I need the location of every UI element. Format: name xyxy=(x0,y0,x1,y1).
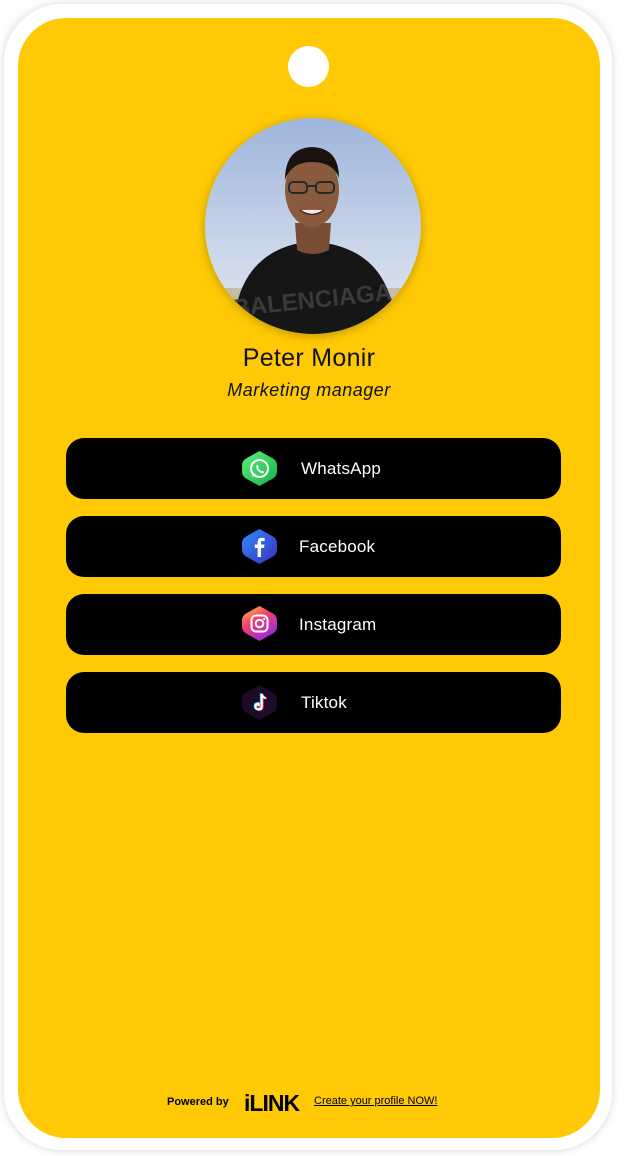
whatsapp-button[interactable]: WhatsApp xyxy=(66,438,561,499)
whatsapp-icon xyxy=(240,449,279,488)
tiktok-icon xyxy=(240,683,279,722)
facebook-label: Facebook xyxy=(299,537,376,556)
tiktok-button[interactable]: Tiktok xyxy=(66,672,561,733)
instagram-icon xyxy=(240,604,279,643)
footer: Powered by iLINK Create your profile NOW… xyxy=(18,1090,600,1116)
profile-name: Peter Monir xyxy=(242,344,376,372)
whatsapp-label: WhatsApp xyxy=(301,459,382,478)
create-profile-link[interactable]: Create your profile NOW! xyxy=(314,1095,437,1107)
avatar: BALENCIAGA xyxy=(205,118,421,334)
instagram-label: Instagram xyxy=(299,615,377,634)
instagram-button[interactable]: Instagram xyxy=(66,594,561,655)
facebook-icon xyxy=(240,527,279,566)
tiktok-label: Tiktok xyxy=(301,693,347,712)
profile-title: Marketing manager xyxy=(227,380,391,400)
ilink-logo[interactable]: iLINK xyxy=(244,1090,306,1116)
profile-card: BALENCIAGA Peter Monir Marketing manager… xyxy=(18,18,600,1138)
powered-by-text: Powered by xyxy=(167,1096,229,1108)
svg-text:iLINK: iLINK xyxy=(244,1090,300,1114)
card-hole xyxy=(288,46,329,87)
facebook-button[interactable]: Facebook xyxy=(66,516,561,577)
